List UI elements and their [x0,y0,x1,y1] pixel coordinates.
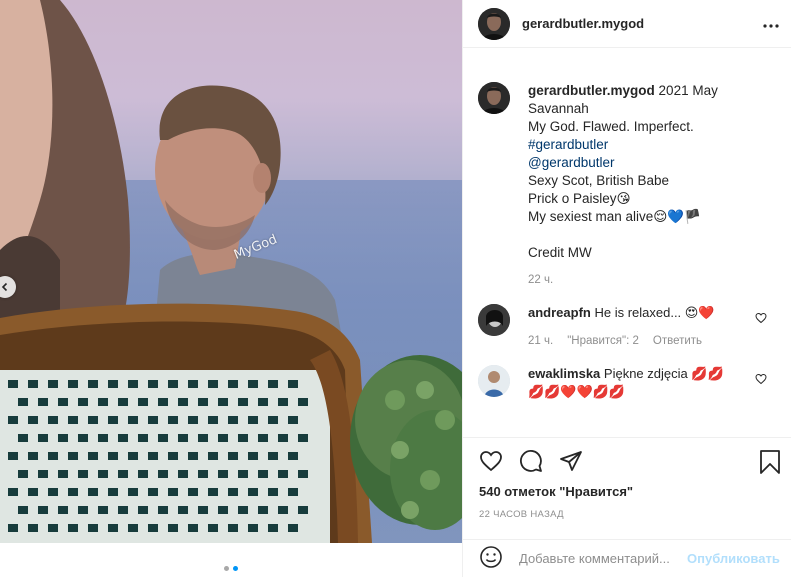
publish-button[interactable]: Опубликовать [687,551,780,566]
photo-illustration [0,0,462,543]
caption-username[interactable]: gerardbutler.mygod [528,83,655,98]
avatar[interactable] [478,82,510,114]
lips-emoji-icon: 💋💋 [691,366,724,381]
caption-meta: 22 ч. [528,274,718,286]
carousel-dot-active [233,566,238,571]
comment-like-heart-icon[interactable] [755,373,767,388]
emoji-group-icon: 😌💙🏴 [653,209,701,224]
comment-meta: 21 ч. "Нравится": 2 Ответить [528,335,743,347]
post-actions: 540 отметок "Нравится" 22 ЧАСОВ НАЗАД [463,437,791,520]
emoji-icon[interactable] [479,545,503,572]
comment-row: andreapfn He is relaxed... 😍❤️ 21 ч. "Нр… [478,304,781,347]
comment-row: ewaklimska Piękne zdjęcia 💋💋 💋💋❤️❤️💋💋 [478,365,781,401]
avatar[interactable] [478,304,510,336]
caption-first-line: 2021 May [658,83,718,98]
more-icon[interactable] [763,16,779,31]
comment-input[interactable] [519,551,679,566]
lips-hearts-emoji-icon: 💋💋❤️❤️💋💋 [528,384,626,399]
caption-time[interactable]: 22 ч. [528,274,553,286]
comment-username[interactable]: ewaklimska [528,366,600,381]
comment-text: ewaklimska Piękne zdjęcia 💋💋 💋💋❤️❤️💋💋 [528,365,743,401]
media-panel: MyGod [0,0,462,577]
comment-text: andreapfn He is relaxed... 😍❤️ [528,304,743,322]
comment-body: andreapfn He is relaxed... 😍❤️ 21 ч. "Нр… [528,304,743,347]
post-modal: MyGod gerardbutler.mygod gerardbutler.my… [0,0,791,577]
add-comment-bar: Опубликовать [463,539,791,577]
comment-content: He is relaxed... [594,305,682,320]
comment-time[interactable]: 21 ч. [528,335,553,347]
caption-line: My sexiest man alive [528,209,654,224]
caption-line: Sexy Scot, British Babe [528,173,670,188]
post-photo[interactable]: MyGod [0,0,462,543]
caption-line: Prick o Paisley [528,191,617,206]
likes-count[interactable]: 540 отметок "Нравится" [463,484,791,499]
caption-mention[interactable]: @gerardbutler [528,155,615,170]
header-username[interactable]: gerardbutler.mygod [522,16,644,31]
action-icons [463,438,791,486]
kiss-emoji-icon: 😘 [616,191,631,206]
avatar[interactable] [478,7,510,40]
reply-button[interactable]: Ответить [653,335,702,347]
comment-likes[interactable]: "Нравится": 2 [567,335,639,347]
share-icon[interactable] [559,449,583,476]
comments-list: gerardbutler.mygod 2021 May Savannah My … [478,82,781,401]
heart-icon[interactable] [479,449,503,476]
caption-line: My God. Flawed. Imperfect. [528,119,694,134]
caption-line: Savannah [528,101,589,116]
caption-hashtag[interactable]: #gerardbutler [528,137,608,152]
post-timestamp[interactable]: 22 ЧАСОВ НАЗАД [463,509,791,520]
caption-credit: Credit MW [528,245,592,260]
post-side-panel: gerardbutler.mygod gerardbutler.mygod 20… [462,0,791,577]
comment-body: ewaklimska Piękne zdjęcia 💋💋 💋💋❤️❤️💋💋 [528,365,743,401]
caption-text: gerardbutler.mygod 2021 May Savannah My … [528,82,718,262]
comment-icon[interactable] [519,449,543,476]
comment-like-heart-icon[interactable] [755,312,767,327]
bookmark-icon[interactable] [759,450,781,477]
comment-content: Piękne zdjęcia [603,366,688,381]
caption-body: gerardbutler.mygod 2021 May Savannah My … [528,82,718,286]
carousel-indicator [0,566,462,571]
heart-eyes-emoji-icon: 😍❤️ [684,305,715,320]
carousel-dot [224,566,229,571]
avatar[interactable] [478,365,510,397]
chevron-left-icon [0,280,10,295]
caption-row: gerardbutler.mygod 2021 May Savannah My … [478,82,781,286]
comment-username[interactable]: andreapfn [528,305,591,320]
post-header: gerardbutler.mygod [463,0,791,48]
